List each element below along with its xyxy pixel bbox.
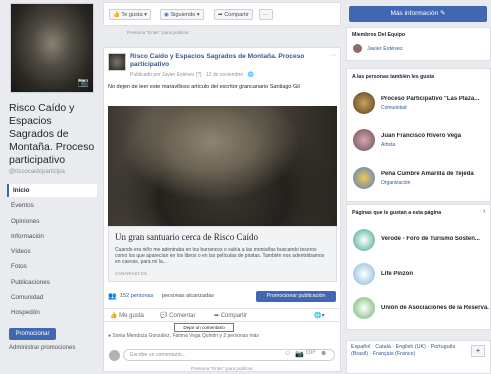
likers-summary[interactable]: ● Sonia Mendoza González, Fátima Vega Qu… <box>108 333 259 339</box>
promote-post-button[interactable]: Promocionar publicación <box>256 291 336 302</box>
suggested-page-category: Organización <box>381 180 411 186</box>
page-handle[interactable]: @riscocaidoparticipa <box>9 169 65 175</box>
like-button[interactable]: 👍 Me gusta <box>110 312 144 319</box>
team-heading: Miembros Del Equipo <box>352 32 406 38</box>
post-actions: 👍 Me gusta 💬 Comentar ➦ Compartir 🌐▾ <box>104 308 340 322</box>
thumbs-up-icon: 👍 <box>110 313 118 319</box>
suggested-page-name[interactable]: Peña Cumbre Amarilla de Tejeda <box>381 171 489 177</box>
nav-videos[interactable]: Vídeos <box>7 245 97 258</box>
link-domain: CANARIAS7.ES <box>115 271 147 276</box>
also-likes-heading: A las personas también les gusta <box>352 74 434 80</box>
promote-button[interactable]: Promocionar <box>9 328 56 340</box>
add-language-button[interactable]: + <box>471 345 485 357</box>
rss-icon: ◉ <box>164 12 169 18</box>
liked-page-name[interactable]: Life Pinzón <box>381 271 489 277</box>
liked-page-name[interactable]: Verode - Foro de Turismo Sosten... <box>381 236 489 242</box>
camera-icon[interactable]: 📷 <box>295 350 304 358</box>
page-title: Risco Caído y Espacios Sagrados de Monta… <box>9 102 95 166</box>
nav-publicaciones[interactable]: Publicaciones <box>7 276 97 289</box>
like-reaction-icon: ● <box>108 333 112 339</box>
sticker-icon[interactable]: ☻ <box>320 350 327 357</box>
share-icon: ➦ <box>214 313 220 319</box>
share-page-button[interactable]: ➦ Compartir <box>214 9 253 20</box>
avatar[interactable] <box>353 263 375 285</box>
post-text: No dejen de leer este maravilloso artícu… <box>108 84 300 90</box>
suggested-page-category: Comunidad <box>381 105 407 111</box>
link-title[interactable]: Un gran santuario cerca de Risco Caído <box>115 232 258 242</box>
avatar[interactable] <box>353 167 375 189</box>
nav-informacion[interactable]: Información <box>7 230 97 243</box>
like-page-button[interactable]: 👍 Te gusta ▾ <box>109 9 151 20</box>
also-likes-panel: A las personas también les gusta Proceso… <box>346 68 491 202</box>
post-card: Risco Caído y Espacios Sagrados de Monta… <box>103 47 341 372</box>
admin-promotions-link[interactable]: Administrar promociones <box>9 345 75 351</box>
globe-icon: 🌐 <box>314 313 322 319</box>
audience-selector[interactable]: 🌐▾ <box>314 312 325 319</box>
post-author-avatar[interactable] <box>108 53 126 71</box>
more-options-button[interactable]: ··· <box>259 9 273 20</box>
link-preview-image[interactable] <box>108 106 337 226</box>
liked-page-name[interactable]: Unión de Asociaciones de la Reserva... <box>381 305 489 311</box>
avatar[interactable] <box>353 44 362 53</box>
nav-comunidad[interactable]: Comunidad <box>7 291 97 304</box>
avatar <box>109 350 120 361</box>
avatar[interactable] <box>353 297 375 319</box>
post-options-icon[interactable]: ··· <box>330 52 337 59</box>
suggested-page-name[interactable]: Juan Francisco Rivero Vega <box>381 133 489 139</box>
liked-by-heading: Páginas que le gustan a esta página <box>352 210 442 216</box>
enter-hint-comment: Presiona "Enter" para publicar. <box>191 366 254 371</box>
page-action-bar: 👍 Te gusta ▾ ◉ Siguiendo ▾ ➦ Compartir ·… <box>103 2 341 26</box>
team-panel: Miembros Del Equipo Javier Estévez <box>346 27 491 61</box>
chevron-right-icon[interactable]: › <box>483 208 485 215</box>
more-info-button[interactable]: Más información ✎ <box>349 6 487 22</box>
comment-tooltip: Dejar un comentario <box>174 323 234 332</box>
camera-icon[interactable]: 📷 <box>78 77 89 88</box>
nav-eventos[interactable]: Eventos <box>7 199 97 212</box>
gif-icon[interactable]: GIF <box>306 350 316 356</box>
nav-hospedon[interactable]: Hospedón <box>7 306 97 319</box>
avatar[interactable] <box>353 229 375 251</box>
thumbs-up-icon: 👍 <box>113 12 120 18</box>
suggested-page-name[interactable]: Proceso Participativo "Las Plaza... <box>381 96 489 102</box>
link-description: Cuando era niño me adentraba en los barr… <box>115 247 325 265</box>
following-button[interactable]: ◉ Siguiendo ▾ <box>160 9 204 20</box>
emoji-icon[interactable]: ☺ <box>284 350 291 357</box>
team-member-name[interactable]: Javier Estévez <box>367 46 403 52</box>
comment-icon: 💬 <box>160 313 168 319</box>
avatar[interactable] <box>353 129 375 151</box>
page-cover-photo[interactable]: 📷 <box>10 3 94 93</box>
reach-label: personas alcanzadas <box>162 293 214 299</box>
language-panel: Español · Català · English (UK) · Portug… <box>346 340 491 374</box>
language-links[interactable]: Español · Català · English (UK) · Portug… <box>351 344 469 358</box>
post-meta: Publicado por Javier Estévez [?] · 12 de… <box>130 72 254 78</box>
people-icon: 👥 <box>108 293 117 300</box>
enter-hint: Presiona "Enter" para publicar. <box>127 30 190 35</box>
suggested-page-category: Artista <box>381 142 396 148</box>
liked-by-page-panel: Páginas que le gustan a esta página › Ve… <box>346 204 491 330</box>
link-preview[interactable]: Un gran santuario cerca de Risco Caído C… <box>108 226 337 282</box>
nav-inicio[interactable]: Inicio <box>7 184 97 197</box>
comment-button[interactable]: 💬 Comentar <box>160 312 196 319</box>
reach-count[interactable]: 152 personas <box>120 293 153 299</box>
avatar[interactable] <box>353 92 375 114</box>
nav-fotos[interactable]: Fotos <box>7 260 97 273</box>
share-icon: ➦ <box>218 12 223 18</box>
post-author-name[interactable]: Risco Caído y Espacios Sagrados de Monta… <box>130 53 335 69</box>
nav-opiniones[interactable]: Opiniones <box>7 215 97 228</box>
share-button[interactable]: ➦ Compartir <box>214 312 247 319</box>
comment-composer: Escribe un comentario... ☺ 📷 GIF ☻ <box>108 348 337 362</box>
